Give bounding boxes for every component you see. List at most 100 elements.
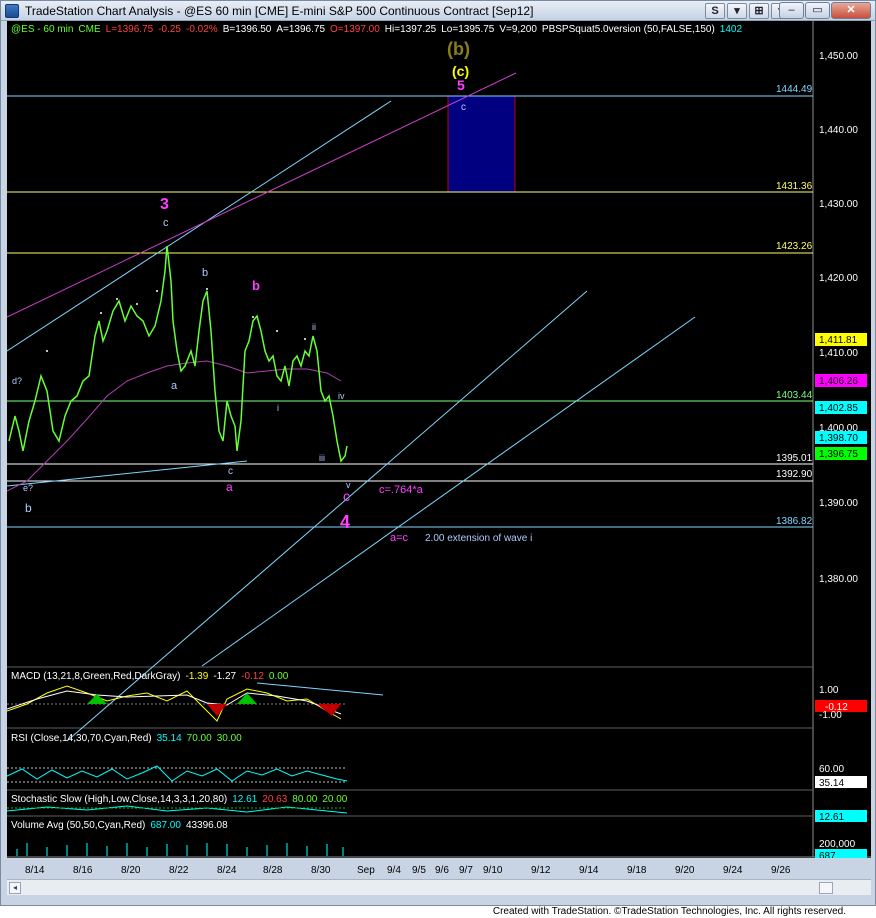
- price-tick: 1,430.00: [819, 199, 858, 210]
- wave-label-ii: ii: [312, 322, 316, 332]
- maximize-button[interactable]: ▭: [805, 2, 830, 19]
- wave-label-b-minor: b: [252, 278, 260, 293]
- time-tick: Sep: [357, 865, 375, 876]
- volume-title: Volume Avg (50,50,Cyan,Red): [11, 820, 146, 831]
- footer-credit: Created with TradeStation. ©TradeStation…: [0, 906, 876, 918]
- level-label: 1431.36: [776, 181, 813, 192]
- volume-current: 687.00: [150, 820, 181, 831]
- plot-background: [7, 21, 813, 857]
- wave-label-a-sub: a: [171, 380, 178, 392]
- time-tick: 8/14: [25, 865, 45, 876]
- macd-legend: MACD (13,21,8,Green,Red,DarkGray) -1.39 -1…: [11, 671, 293, 682]
- rsi-tick: 60.00: [819, 764, 844, 775]
- chart-window: TradeStation Chart Analysis - @ES 60 min…: [0, 0, 876, 906]
- level-label: 1386.82: [776, 516, 813, 527]
- wave-label-c-4: c: [343, 488, 350, 504]
- bar-tick: [156, 290, 158, 292]
- level-label: 1395.01: [776, 453, 813, 464]
- bar-tick: [252, 316, 254, 318]
- level-label: 1423.26: [776, 241, 813, 252]
- macd-avg-value: -1.27: [213, 671, 237, 682]
- wave-label-iii: iii: [319, 453, 325, 463]
- scroll-left-icon[interactable]: ◂: [9, 882, 21, 894]
- target-zone-box[interactable]: [447, 95, 516, 193]
- study-label: PBSPSquat5.0version (50,FALSE,150): [541, 24, 715, 35]
- price-tick: 1,450.00: [819, 51, 858, 62]
- level-label: 1392.90: [776, 469, 813, 480]
- time-tick: 8/24: [217, 865, 237, 876]
- rsi-marker: 35.14: [819, 778, 844, 789]
- stochastic-k-value: 12.61: [232, 794, 258, 805]
- close-button[interactable]: ✕: [831, 2, 871, 19]
- wave-label-e: e?: [23, 483, 33, 493]
- bar-tick: [206, 288, 208, 290]
- rsi-title: RSI (Close,14,30,70,Cyan,Red): [11, 733, 152, 744]
- percent-change: -0.02%: [186, 24, 218, 35]
- price-tick: 1,380.00: [819, 574, 858, 585]
- time-tick: 9/5: [412, 865, 426, 876]
- time-tick: 9/18: [627, 865, 647, 876]
- price-axis-ticks: 1,450.00 1,440.00 1,430.00 1,420.00 1,41…: [819, 51, 858, 585]
- volume-tick: 200,000: [819, 839, 856, 850]
- scroll-thumb[interactable]: [819, 882, 833, 894]
- bar-tick: [276, 330, 278, 332]
- wave-label-b-primary: (b): [447, 39, 470, 59]
- price-marker: 1,411.81: [819, 335, 858, 346]
- price-marker: 1,398.70: [819, 433, 858, 444]
- price-marker: 1,406.26: [819, 376, 858, 387]
- wave-label-a-minor: a: [226, 480, 233, 494]
- symbol-link-dropdown[interactable]: ▾: [727, 3, 747, 19]
- rsi-legend: RSI (Close,14,30,70,Cyan,Red) 35.14 70.00 3…: [11, 733, 247, 744]
- rsi-oversold: 30.00: [216, 733, 242, 744]
- minimize-button[interactable]: –: [779, 2, 804, 19]
- symbol-link-button[interactable]: S: [705, 3, 725, 19]
- wave-label-d: d?: [12, 376, 22, 386]
- bar-tick: [136, 303, 138, 305]
- stochastic-title: Stochastic Slow (High,Low,Close,14,3,3,1…: [11, 794, 228, 805]
- time-tick: 8/22: [169, 865, 189, 876]
- title-bar[interactable]: TradeStation Chart Analysis - @ES 60 min…: [1, 1, 875, 21]
- price-marker: 1,402.85: [819, 403, 858, 414]
- rsi-overbought: 70.00: [186, 733, 212, 744]
- time-tick: 8/20: [121, 865, 141, 876]
- bar-tick: [116, 298, 118, 300]
- bar-tick: [100, 312, 102, 314]
- open-price: O=1397.00: [330, 24, 380, 35]
- wave-label-5: 5: [457, 77, 465, 93]
- a-equals-c-label: a=c: [390, 532, 409, 544]
- price-chart-svg[interactable]: 1,450.00 1,440.00 1,430.00 1,420.00 1,41…: [7, 21, 871, 879]
- symbol-label: @ES - 60 min: [11, 24, 74, 35]
- wave-label-c-target: c: [461, 102, 466, 113]
- macd-tick: -1.00: [819, 710, 842, 721]
- wave-label-3: 3: [160, 196, 169, 213]
- bar-tick: [304, 338, 306, 340]
- time-tick: 9/14: [579, 865, 599, 876]
- wave-label-b-low: b: [25, 501, 32, 515]
- wave-label-iv: iv: [338, 391, 345, 401]
- time-tick: 9/12: [531, 865, 551, 876]
- wave-label-3-c: c: [163, 217, 169, 229]
- layout-button[interactable]: ⊞: [749, 3, 769, 19]
- wave-label-b-sub: b: [202, 267, 208, 279]
- time-tick: 9/20: [675, 865, 695, 876]
- wave-label-c-sub: c: [228, 466, 233, 477]
- price-tick: 1,420.00: [819, 273, 858, 284]
- net-change: -0.25: [158, 24, 181, 35]
- ratio-label: c=.764*a: [379, 484, 424, 496]
- window-title: TradeStation Chart Analysis - @ES 60 min…: [25, 4, 534, 18]
- horizontal-scrollbar[interactable]: ◂: [7, 879, 871, 895]
- stochastic-oversold: 20.00: [322, 794, 348, 805]
- rsi-value: 35.14: [156, 733, 182, 744]
- time-tick: 9/4: [387, 865, 401, 876]
- time-tick: 9/7: [459, 865, 473, 876]
- level-label: 1403.44: [776, 390, 813, 401]
- exchange-label: CME: [78, 24, 101, 35]
- chart-area[interactable]: 1,450.00 1,440.00 1,430.00 1,420.00 1,41…: [7, 21, 871, 879]
- high-price: Hi=1397.25: [384, 24, 437, 35]
- time-tick: 9/6: [435, 865, 449, 876]
- price-marker: 1,396.75: [819, 449, 858, 460]
- price-tick: 1,440.00: [819, 125, 858, 136]
- macd-tick: 1.00: [819, 685, 839, 696]
- low-price: Lo=1395.75: [441, 24, 495, 35]
- study-value: 1402: [719, 24, 743, 35]
